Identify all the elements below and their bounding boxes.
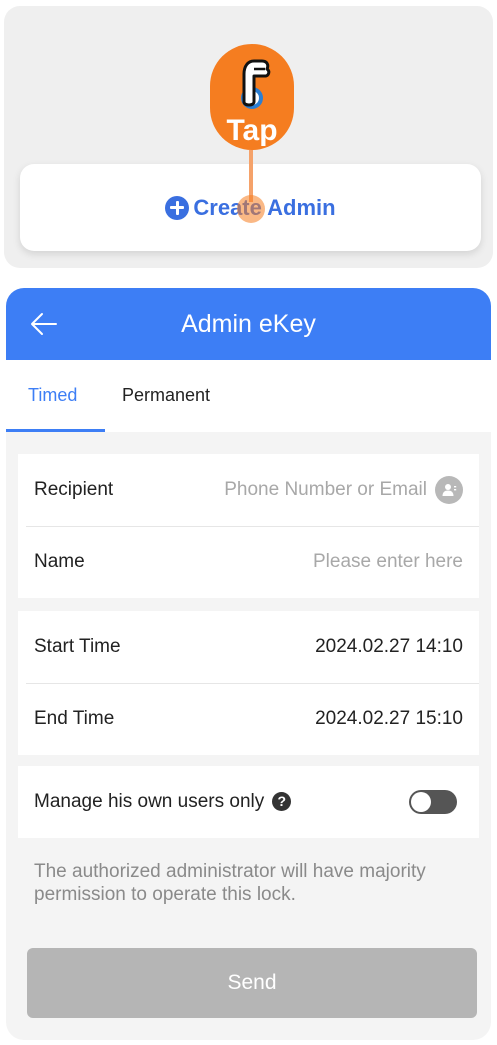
tab-bar: Timed Permanent [6, 360, 491, 432]
start-time-value[interactable]: 2024.02.27 14:10 [315, 636, 463, 658]
end-time-row[interactable]: End Time 2024.02.27 15:10 [18, 683, 479, 755]
manage-own-users-text: Manage his own users only [34, 791, 265, 812]
back-arrow-icon[interactable] [28, 308, 60, 340]
page-title: Admin eKey [181, 310, 316, 338]
tab-permanent[interactable]: Permanent [122, 385, 210, 406]
manage-users-group: Manage his own users only? [18, 766, 479, 838]
tap-label: Tap [226, 114, 278, 147]
manage-own-users-row: Manage his own users only? [18, 766, 479, 838]
time-group: Start Time 2024.02.27 14:10 End Time 202… [18, 611, 479, 755]
tab-timed[interactable]: Timed [28, 385, 77, 406]
start-time-row[interactable]: Start Time 2024.02.27 14:10 [18, 611, 479, 683]
nav-bar: Admin eKey [6, 288, 491, 360]
send-button[interactable]: Send [27, 948, 477, 1018]
name-label: Name [34, 551, 85, 572]
help-icon[interactable]: ? [272, 792, 292, 812]
active-tab-indicator [6, 429, 105, 432]
end-time-value[interactable]: 2024.02.27 15:10 [315, 708, 463, 730]
end-time-label: End Time [34, 708, 115, 729]
tap-target-dot [237, 195, 265, 223]
recipient-input[interactable] [191, 479, 427, 501]
plus-circle-icon [165, 195, 190, 220]
recipient-label: Recipient [34, 479, 114, 500]
permission-hint: The authorized administrator will have m… [34, 861, 426, 905]
tap-hint-badge: Tap [210, 44, 294, 150]
manage-own-users-label: Manage his own users only? [34, 791, 292, 813]
name-input[interactable] [223, 551, 463, 573]
recipient-row: Recipient [18, 454, 479, 526]
admin-ekey-screen: Admin eKey Timed Permanent Recipient Nam… [6, 288, 491, 1040]
start-time-label: Start Time [34, 636, 121, 657]
pointing-hand-icon [241, 59, 271, 109]
recipient-group: Recipient Name [18, 454, 479, 598]
manage-own-users-toggle[interactable] [409, 790, 457, 814]
contact-book-icon[interactable] [435, 476, 463, 504]
name-row: Name [18, 526, 479, 598]
toggle-knob [411, 792, 431, 812]
